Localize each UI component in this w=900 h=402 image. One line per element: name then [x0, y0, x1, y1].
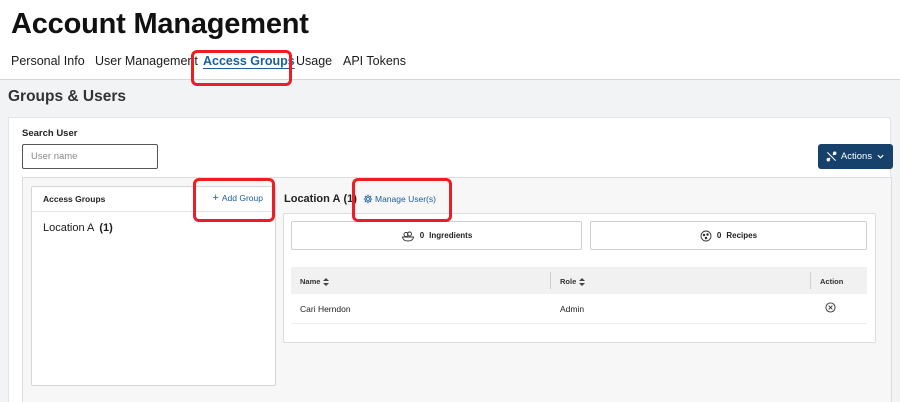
users-table-header: Name Role Action — [291, 267, 867, 294]
column-action-label: Action — [820, 277, 844, 286]
recipes-icon — [700, 230, 712, 241]
manage-users-label: Manage User(s) — [375, 194, 436, 204]
gear-icon — [363, 194, 373, 204]
search-user-input[interactable] — [22, 144, 158, 169]
close-circle-icon[interactable] — [825, 302, 836, 313]
column-divider — [550, 272, 551, 289]
chevron-down-icon — [877, 154, 884, 159]
groups-content: Access Groups + Add Group Location A (1)… — [22, 177, 892, 402]
ingredients-icon — [401, 231, 414, 241]
tab-user-management[interactable]: User Management — [95, 54, 198, 68]
add-group-label: Add Group — [221, 193, 263, 203]
group-name: Location A — [43, 222, 95, 234]
actions-button[interactable]: Actions — [818, 144, 893, 169]
table-row: Cari Herndon Admin — [291, 294, 867, 324]
user-name: Cari Herndon — [300, 304, 351, 314]
user-role: Admin — [560, 304, 585, 314]
plus-icon: + — [212, 192, 219, 204]
recipes-count: 0 — [716, 231, 722, 240]
column-header-action: Action — [820, 277, 843, 286]
column-role-label: Role — [560, 277, 577, 286]
column-name-label: Name — [300, 277, 321, 286]
groups-users-card: Search User Actions Access Groups + — [8, 117, 893, 402]
add-group-button[interactable]: + Add Group — [212, 192, 263, 204]
account-nav: Personal Info User Management Access Gro… — [0, 54, 900, 78]
ingredients-stat: 0 Ingredients — [291, 221, 582, 250]
location-title: Location A (1) — [284, 193, 357, 205]
access-groups-title: Access Groups — [43, 194, 106, 204]
tab-api-tokens[interactable]: API Tokens — [343, 54, 406, 68]
users-table: Name Role Action Cari Herndon Admin — [291, 267, 867, 324]
manage-users-button[interactable]: Manage User(s) — [363, 194, 436, 204]
access-groups-header: Access Groups + Add Group — [32, 187, 275, 212]
sort-icon — [323, 277, 330, 286]
location-name: Location A — [284, 193, 341, 205]
ingredients-count: 0 — [419, 231, 425, 240]
page-title: Account Management — [11, 8, 309, 40]
access-groups-panel: Access Groups + Add Group Location A (1) — [31, 186, 276, 386]
group-item-location-a[interactable]: Location A (1) — [43, 222, 113, 234]
group-count: (1) — [99, 222, 113, 234]
tab-access-groups[interactable]: Access Groups — [203, 54, 295, 68]
location-detail-panel: 0 Ingredients 0 Recipes Name Role Action… — [283, 213, 876, 343]
main-area: Groups & Users Search User Actions Acces… — [0, 79, 900, 402]
actions-label: Actions — [840, 151, 873, 162]
section-title: Groups & Users — [8, 88, 127, 105]
tab-usage[interactable]: Usage — [296, 54, 332, 68]
column-header-name[interactable]: Name — [300, 277, 330, 286]
recipes-stat: 0 Recipes — [590, 221, 867, 250]
tab-personal-info[interactable]: Personal Info — [11, 54, 85, 68]
ingredients-label: Ingredients — [429, 231, 473, 240]
recipes-label: Recipes — [726, 231, 758, 240]
sort-icon — [579, 277, 586, 286]
column-divider — [810, 272, 811, 289]
search-label: Search User — [22, 128, 78, 139]
column-header-role[interactable]: Role — [560, 277, 586, 286]
location-count: (1) — [343, 193, 357, 205]
tools-icon — [826, 151, 837, 162]
